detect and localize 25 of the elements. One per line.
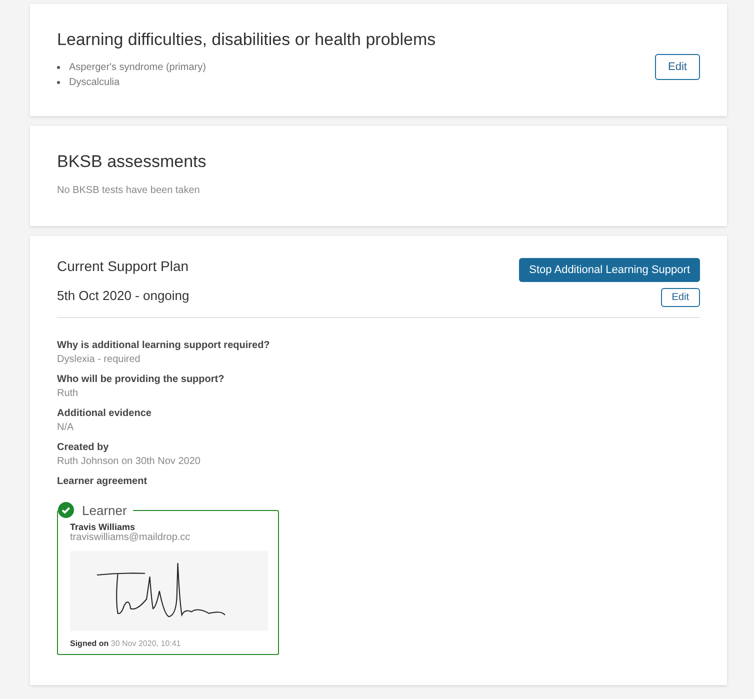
section-title: Learning difficulties, disabilities or health problems: [57, 30, 437, 50]
plan-period: 5th Oct 2020 - ongoing: [57, 288, 190, 303]
field-label: Why is additional learning support required?: [57, 340, 271, 351]
edit-button[interactable]: Edit: [655, 54, 700, 80]
empty-message: No BKSB tests have been taken: [57, 185, 201, 196]
bullet-icon: [57, 81, 60, 84]
list-item-text: Asperger's syndrome (primary): [69, 61, 206, 75]
field-label: Learner agreement: [57, 476, 148, 487]
field-value: N/A: [57, 422, 75, 433]
field-label: Additional evidence: [57, 408, 152, 419]
signer-role: Learner: [82, 502, 127, 518]
section-title: Current Support Plan: [57, 258, 190, 274]
list-item-text: Dyscalculia: [69, 76, 120, 90]
field-label: Who will be providing the support?: [57, 374, 226, 385]
field-value: Dyslexia - required: [57, 354, 142, 365]
signed-date: Signed on 30 Nov 2020, 10:41: [70, 639, 182, 648]
field-label: Created by: [57, 442, 110, 453]
field-value: Ruth Johnson on 30th Nov 2020: [57, 456, 202, 467]
field-value: Ruth: [57, 388, 80, 399]
bullet-icon: [57, 66, 60, 69]
section-title: BKSB assessments: [57, 152, 208, 172]
edit-button[interactable]: Edit: [660, 288, 700, 307]
signer-name: Travis Williams: [70, 522, 136, 532]
signer-email: traviswilliams@maildrop.cc: [70, 532, 192, 543]
stop-support-button[interactable]: Stop Additional Learning Support: [519, 258, 700, 282]
